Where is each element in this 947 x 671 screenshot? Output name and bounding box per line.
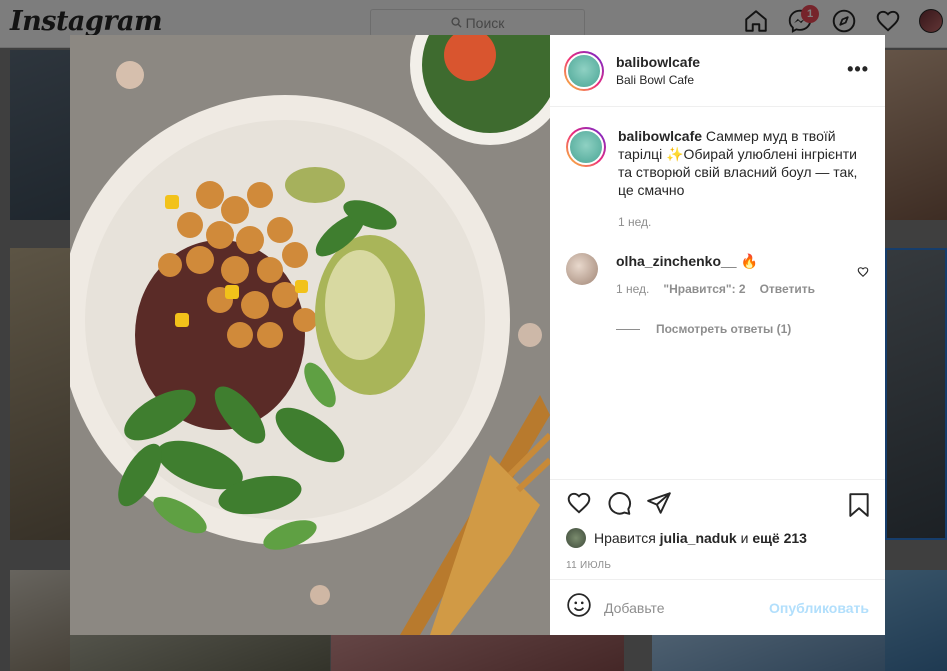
comment-icon[interactable] [606, 490, 632, 521]
likes-summary: Нравится julia_naduk и ещё 213 [566, 528, 869, 548]
post-header: balibowlcafe Bali Bowl Cafe ••• [550, 35, 885, 107]
comment-text: 🔥 [740, 253, 758, 269]
comment-input[interactable]: Добавьте [604, 600, 769, 616]
post-caption: balibowlcafe Саммер муд в твоїй тарілці … [566, 127, 869, 231]
emoji-icon[interactable] [566, 592, 592, 623]
post-photo[interactable] [70, 35, 550, 635]
replies-divider [616, 328, 640, 330]
likes-user[interactable]: julia_naduk [660, 530, 737, 546]
post-location[interactable]: Bali Bowl Cafe [616, 73, 700, 87]
comment-likes[interactable]: "Нравится": 2 [663, 282, 745, 296]
view-replies-label: Посмотреть ответы (1) [656, 322, 792, 336]
comment-username[interactable]: olha_zinchenko__ [616, 253, 737, 269]
caption-time[interactable]: 1 нед. [618, 213, 869, 231]
caption-avatar[interactable] [566, 127, 606, 167]
likes-more[interactable]: ещё 213 [752, 530, 807, 546]
likes-prefix: Нравится [594, 530, 656, 546]
like-icon[interactable] [566, 490, 592, 521]
comment-time[interactable]: 1 нед. [616, 282, 649, 296]
view-replies-button[interactable]: Посмотреть ответы (1) [616, 322, 869, 336]
post-date[interactable]: 11 ИЮЛЬ [566, 560, 869, 571]
caption-username[interactable]: balibowlcafe [618, 128, 702, 144]
liker-avatar[interactable] [566, 528, 586, 548]
commenter-avatar[interactable] [566, 253, 598, 285]
publish-button[interactable]: Опубликовать [769, 600, 869, 616]
reply-button[interactable]: Ответить [760, 282, 815, 296]
author-avatar[interactable] [564, 50, 604, 91]
add-comment-bar: Добавьте Опубликовать [550, 579, 885, 635]
post-actions: Нравится julia_naduk и ещё 213 11 ИЮЛЬ [550, 479, 885, 579]
comments-section: balibowlcafe Саммер муд в твоїй тарілці … [550, 107, 885, 479]
comment-like-icon[interactable] [857, 265, 869, 283]
more-options-icon[interactable]: ••• [847, 59, 869, 80]
food-bowl-image [70, 35, 550, 635]
author-username[interactable]: balibowlcafe [616, 54, 700, 70]
post-panel: balibowlcafe Bali Bowl Cafe ••• balibowl… [550, 35, 885, 635]
bookmark-icon[interactable] [847, 492, 871, 523]
likes-mid: и [740, 530, 749, 546]
share-icon[interactable] [646, 490, 672, 521]
comment-item: olha_zinchenko__ 🔥 1 нед. "Нравится": 2 … [566, 253, 869, 296]
